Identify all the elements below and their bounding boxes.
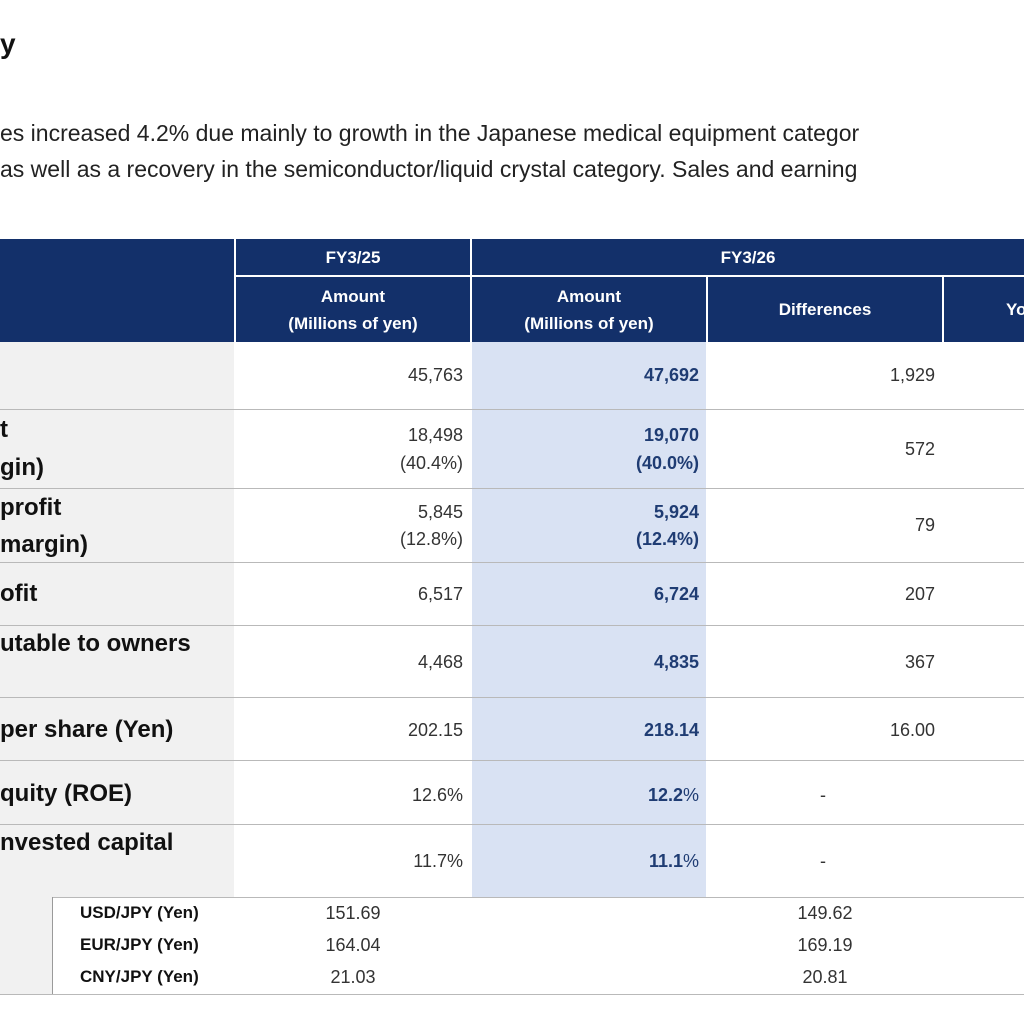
fx-eur-fy26: 169.19: [797, 935, 853, 955]
row-3-fy26: 6,724: [653, 584, 699, 604]
row-5-fy25: 202.15: [407, 720, 463, 740]
header-amount-fy26-line2: (Millions of yen): [524, 313, 654, 333]
fx-eur-label: EUR/JPY (Yen): [80, 935, 199, 954]
row-7-diff: -: [820, 851, 826, 871]
fx-usd-fy25: 151.69: [325, 903, 381, 923]
row-0-diff: 1,929: [889, 365, 935, 385]
row-1-fy26: 19,070: [643, 425, 699, 445]
row-6-fy26-percent: %: [682, 785, 699, 805]
fx-rate-label-background: [0, 897, 52, 994]
fx-usd-fy26: 149.62: [797, 903, 853, 923]
row-5-fy26: 218.14: [643, 720, 699, 740]
row-divider: [0, 562, 1024, 563]
header-fy26: FY3/26: [472, 239, 1024, 275]
row-2-fy26: 5,924: [653, 502, 699, 522]
row-6-fy26: 12.2%: [648, 782, 699, 809]
row-6-diff: -: [820, 785, 826, 805]
results-summary-slide: y es increased 4.2% due mainly to growth…: [0, 0, 1024, 1024]
row-6-label: quity (ROE): [0, 780, 132, 807]
label-column-background: [0, 342, 234, 897]
row-1-fy25-margin: (40.4%): [399, 453, 463, 473]
row-2-diff: 79: [914, 515, 935, 535]
fx-usd-label: USD/JPY (Yen): [80, 903, 199, 922]
row-2-label-line1: profit: [0, 494, 62, 521]
header-item-cell: [0, 239, 234, 342]
header-amount-fy25: Amount (Millions of yen): [236, 277, 470, 342]
row-divider: [0, 897, 1024, 898]
row-2-fy25: 5,845: [417, 502, 463, 522]
row-4-fy26: 4,835: [653, 652, 699, 672]
row-7-fy26-percent: %: [682, 851, 699, 871]
header-amount-fy26-line1: Amount: [556, 286, 622, 306]
row-7-fy26-value: 11.1: [648, 851, 683, 871]
row-0-fy26: 47,692: [643, 365, 699, 385]
row-3-fy25: 6,517: [417, 584, 463, 604]
header-amount-fy25-line2: (Millions of yen): [288, 313, 418, 333]
row-divider: [0, 409, 1024, 410]
fx-eur-fy25: 164.04: [325, 935, 381, 955]
fx-cny-label: CNY/JPY (Yen): [80, 967, 199, 986]
row-3-label: ofit: [0, 580, 38, 607]
summary-text-line-1: es increased 4.2% due mainly to growth i…: [0, 120, 860, 146]
header-fy25: FY3/25: [236, 239, 470, 275]
row-0-fy25: 45,763: [407, 365, 463, 385]
row-divider: [0, 697, 1024, 698]
row-7-fy26: 11.1%: [649, 848, 699, 875]
row-7-label: nvested capital: [0, 829, 174, 856]
row-5-diff: 16.00: [889, 720, 935, 740]
row-4-diff: 367: [904, 652, 935, 672]
row-2-label-line2: margin): [0, 531, 89, 558]
row-2-fy26-margin: (12.4%): [635, 529, 699, 549]
row-2-fy25-margin: (12.8%): [399, 529, 463, 549]
row-1-fy25: 18,498: [407, 425, 463, 445]
row-6-fy25: 12.6%: [411, 785, 463, 805]
row-6-fy26-value: 12.2: [647, 785, 683, 805]
row-4-fy25: 4,468: [417, 652, 463, 672]
row-7-fy25: 11.7%: [413, 851, 463, 871]
row-1-fy26-margin: (40.0%): [635, 453, 699, 473]
fx-divider: [52, 897, 53, 994]
row-1-diff: 572: [904, 439, 935, 459]
fx-cny-fy25: 21.03: [330, 967, 376, 987]
row-divider: [0, 994, 1024, 995]
fx-cny-fy26: 20.81: [802, 967, 848, 987]
row-1-label-line2: gin): [0, 454, 44, 481]
row-1-label-line1: t: [0, 416, 8, 443]
summary-text-line-2: as well as a recovery in the semiconduct…: [0, 156, 858, 182]
header-amount-fy26: Amount (Millions of yen): [472, 277, 706, 342]
row-5-label: per share (Yen): [0, 716, 174, 743]
row-divider: [0, 760, 1024, 761]
header-amount-fy25-line1: Amount: [320, 286, 386, 306]
page-title: y: [0, 28, 16, 59]
row-3-diff: 207: [904, 584, 935, 604]
header-yoy: Yo: [944, 277, 1024, 342]
header-differences: Differences: [708, 277, 942, 342]
row-4-label: utable to owners: [0, 630, 191, 657]
row-divider: [0, 488, 1024, 489]
